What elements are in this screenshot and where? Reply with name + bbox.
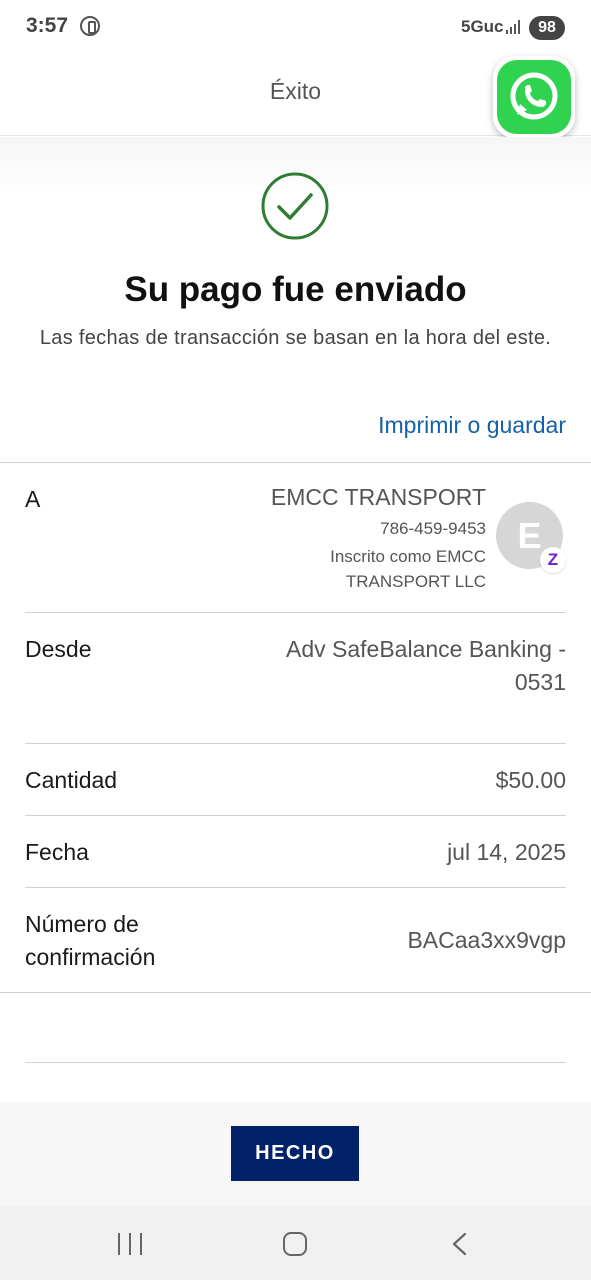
from-value: Adv SafeBalance Banking - 0531 (285, 636, 566, 695)
system-nav-bar (0, 1206, 591, 1280)
confirmation-label: Número de confirmación (25, 911, 156, 970)
amount-label: Cantidad (25, 767, 118, 793)
recents-icon[interactable] (118, 1233, 142, 1255)
print-or-save-link[interactable]: Imprimir o guardar (378, 412, 566, 439)
recipient-name: EMCC TRANSPORT (270, 484, 486, 510)
divider (25, 743, 566, 744)
signal-strength-icon (506, 20, 522, 34)
success-title: Su pago fue enviado (124, 270, 467, 309)
amount-value: $50.00 (495, 767, 566, 793)
whatsapp-button[interactable] (493, 56, 575, 138)
back-icon[interactable] (448, 1232, 472, 1256)
recipient-label: A (25, 486, 41, 512)
from-label: Desde (25, 636, 92, 662)
status-bar: 3:57 5Guc 98 (0, 0, 591, 58)
divider (0, 462, 591, 463)
zelle-icon: Z (540, 547, 566, 573)
date-value: jul 14, 2025 (447, 839, 566, 865)
success-subtitle: Las fechas de transacción se basan en la… (39, 327, 552, 349)
check-circle-icon (261, 172, 329, 240)
home-icon[interactable] (283, 1232, 307, 1256)
divider (25, 612, 566, 613)
whatsapp-icon (497, 60, 571, 134)
battery-level: 98 (529, 16, 565, 40)
status-time: 3:57 (26, 14, 69, 37)
footer-actions: HECHO (0, 1102, 591, 1206)
date-label: Fecha (25, 839, 89, 865)
divider (25, 887, 566, 888)
recipient-registered-as: Inscrito como EMCC TRANSPORT LLC (330, 547, 486, 591)
recipient-phone: 786-459-9453 (380, 519, 486, 538)
done-button[interactable]: HECHO (231, 1126, 359, 1181)
confirmation-value: BACaa3xx9vgp (407, 927, 566, 953)
success-section: Su pago fue enviado Las fechas de transa… (0, 137, 591, 462)
network-type: 5Guc (461, 17, 504, 36)
app-header: Éxito (0, 56, 591, 138)
divider (0, 992, 591, 993)
divider (25, 815, 566, 816)
divider (25, 1062, 566, 1063)
data-saver-icon (80, 16, 100, 36)
